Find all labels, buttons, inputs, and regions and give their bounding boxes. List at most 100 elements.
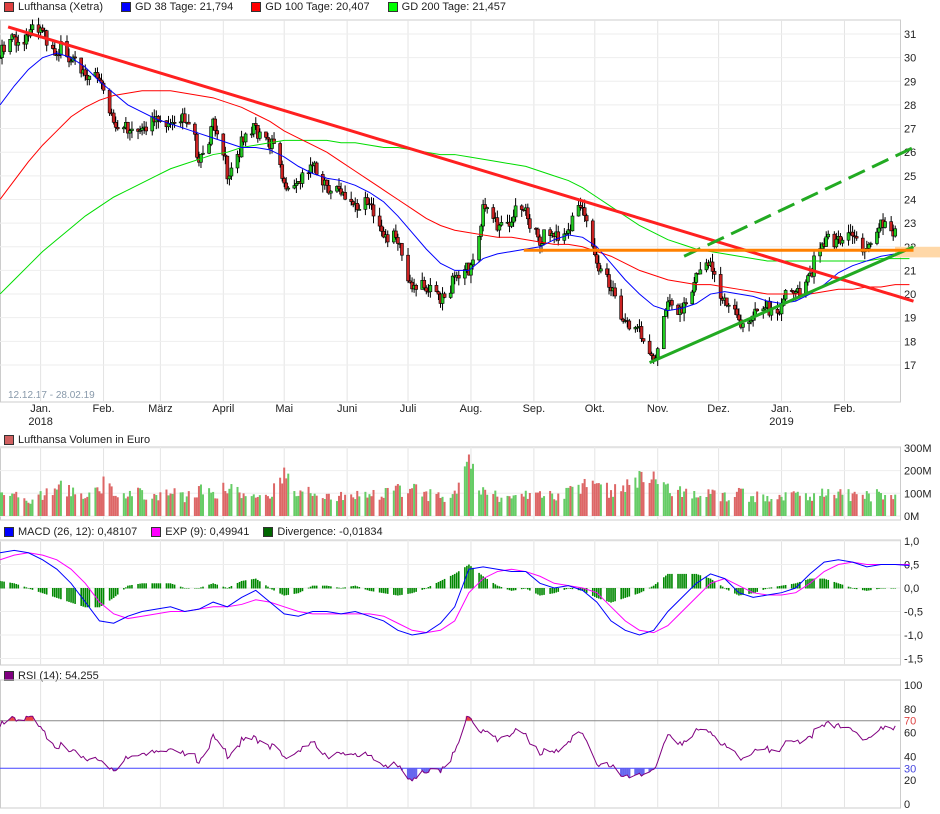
volume-bar xyxy=(39,491,42,516)
x-tick-label: Nov. xyxy=(647,403,669,415)
volume-bar xyxy=(449,497,452,516)
volume-bar xyxy=(754,502,757,516)
volume-bar xyxy=(853,491,856,516)
volume-bar xyxy=(137,487,140,516)
volume-bar xyxy=(338,495,341,516)
divergence-bar xyxy=(766,588,769,589)
divergence-bar xyxy=(9,582,11,589)
volume-bar xyxy=(865,491,868,516)
volume-bar xyxy=(847,489,850,516)
divergence-bar xyxy=(196,588,198,589)
divergence-bar xyxy=(370,588,373,592)
divergence-bar xyxy=(202,586,204,589)
divergence-bar xyxy=(427,586,430,589)
volume-bar xyxy=(849,501,852,516)
volume-bar xyxy=(427,501,430,516)
volume-bar xyxy=(811,500,813,516)
divergence-bar xyxy=(114,588,117,597)
candle-body xyxy=(448,292,453,298)
divergence-bar xyxy=(384,588,387,594)
volume-bar xyxy=(327,493,330,516)
candle-body xyxy=(627,320,632,330)
divergence-bar xyxy=(520,588,523,590)
divergence-bar xyxy=(259,581,261,589)
volume-bar xyxy=(114,495,117,516)
volume-bar xyxy=(173,488,176,516)
volume-bar xyxy=(557,493,560,516)
volume-bar xyxy=(766,495,769,516)
divergence-bar xyxy=(285,588,288,596)
divergence-bar xyxy=(307,587,310,589)
divergence-bar xyxy=(890,588,892,589)
divergence-bar xyxy=(878,588,880,589)
divergence-bar xyxy=(301,588,304,592)
candle-body xyxy=(595,254,599,264)
candle-body xyxy=(182,113,187,123)
divergence-bar xyxy=(677,573,679,589)
candle-body xyxy=(207,143,211,154)
candle-body xyxy=(128,130,132,134)
candle-body xyxy=(605,268,609,275)
divergence-bar xyxy=(740,588,742,596)
divergence-bar xyxy=(699,575,702,589)
volume-bar xyxy=(677,489,680,516)
volume-bar xyxy=(882,499,885,516)
volume-bar xyxy=(691,498,694,516)
volume-bar xyxy=(228,488,231,516)
divergence-bar xyxy=(350,586,352,589)
x-tick-year: 2018 xyxy=(28,416,52,428)
divergence-bar xyxy=(352,585,355,589)
divergence-bar xyxy=(287,588,290,595)
volume-bar xyxy=(605,482,608,516)
volume-bar xyxy=(65,496,68,516)
candle-body xyxy=(209,126,213,145)
volume-bar xyxy=(875,489,878,516)
divergence-bar xyxy=(681,573,683,589)
divergence-bar xyxy=(492,582,495,589)
volume-bar xyxy=(890,495,893,516)
volume-bar xyxy=(512,495,515,516)
divergence-bar xyxy=(486,578,488,589)
volume-bar xyxy=(813,493,816,516)
divergence-bar xyxy=(853,588,856,589)
divergence-bar xyxy=(340,588,342,589)
volume-bar xyxy=(610,490,613,516)
volume-bar xyxy=(202,494,204,516)
divergence-bar xyxy=(66,588,68,602)
candle-body xyxy=(867,243,871,249)
candle-body xyxy=(775,308,780,314)
divergence-bar xyxy=(311,585,314,589)
volume-bar xyxy=(181,492,184,516)
divergence-bar xyxy=(413,588,415,593)
candle-body xyxy=(272,138,276,144)
divergence-bar xyxy=(451,574,454,589)
x-tick-label: Jan. xyxy=(30,403,51,415)
volume-bar xyxy=(23,498,26,516)
volume-bar xyxy=(463,466,466,516)
divergence-bar xyxy=(455,572,458,589)
divergence-bar xyxy=(216,584,219,589)
divergence-bar xyxy=(324,585,326,589)
candle-body xyxy=(712,271,717,275)
candle-body xyxy=(824,236,829,247)
candle-body xyxy=(394,230,398,238)
divergence-bar xyxy=(238,581,241,589)
volume-bar xyxy=(741,488,744,516)
volume-bar xyxy=(112,495,115,516)
candle-body xyxy=(639,326,644,339)
volume-bar xyxy=(480,494,483,516)
divergence-bar xyxy=(624,588,627,598)
x-tick-label: Mai xyxy=(275,403,293,415)
volume-bar xyxy=(612,496,615,516)
volume-bar xyxy=(167,495,170,516)
volume-bar xyxy=(471,463,474,516)
candle-body xyxy=(337,186,341,190)
volume-bar xyxy=(851,493,854,516)
divergence-bar xyxy=(510,588,513,591)
divergence-bar xyxy=(181,587,184,589)
volume-bar xyxy=(421,496,424,516)
volume-bar xyxy=(128,490,131,516)
candle-body xyxy=(442,293,447,298)
candle-body xyxy=(385,234,390,243)
volume-bar xyxy=(764,501,767,516)
